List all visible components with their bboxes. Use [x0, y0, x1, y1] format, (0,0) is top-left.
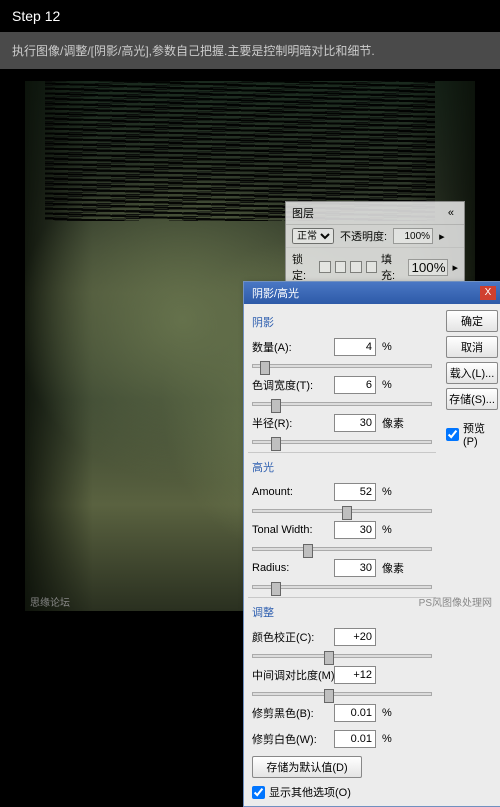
- preview-label: 预览(P): [463, 420, 498, 448]
- amount-h-unit: %: [382, 486, 408, 498]
- color-c-slider[interactable]: [252, 654, 432, 658]
- radius-h-input[interactable]: [334, 559, 376, 577]
- panel-collapse-icon[interactable]: «: [444, 207, 458, 219]
- step-title: Step 12: [0, 0, 500, 32]
- ok-button[interactable]: 确定: [446, 310, 498, 332]
- tonal-t-slider[interactable]: [252, 402, 432, 406]
- color-c-label: 颜色校正(C):: [252, 629, 328, 645]
- amount-h-slider[interactable]: [252, 509, 432, 513]
- dialog-title: 阴影/高光: [252, 285, 299, 301]
- amount-a-label: 数量(A):: [252, 339, 328, 355]
- highlights-group-label: 高光: [252, 459, 432, 475]
- cancel-button[interactable]: 取消: [446, 336, 498, 358]
- tonal-h-input[interactable]: [334, 521, 376, 539]
- dialog-titlebar[interactable]: 阴影/高光 X: [244, 282, 500, 304]
- close-icon[interactable]: X: [480, 286, 496, 300]
- save-defaults-button[interactable]: 存储为默认值(D): [252, 756, 362, 778]
- clip-w-label: 修剪白色(W):: [252, 731, 328, 747]
- lock-all-icon[interactable]: [366, 261, 377, 273]
- fill-input[interactable]: [408, 259, 448, 276]
- radius-h-unit: 像素: [382, 560, 408, 576]
- amount-h-label: Amount:: [252, 486, 328, 498]
- lock-transparent-icon[interactable]: [319, 261, 330, 273]
- amount-a-slider[interactable]: [252, 364, 432, 368]
- lock-label: 锁定:: [292, 251, 315, 283]
- radius-h-slider[interactable]: [252, 585, 432, 589]
- midtone-m-slider[interactable]: [252, 692, 432, 696]
- show-more-input[interactable]: [252, 786, 265, 799]
- shadows-group-label: 阴影: [252, 314, 432, 330]
- clip-w-unit: %: [382, 733, 408, 745]
- load-button[interactable]: 载入(L)...: [446, 362, 498, 384]
- amount-a-input[interactable]: [334, 338, 376, 356]
- shadow-highlight-dialog: 阴影/高光 X 阴影 数量(A): % 色调宽度(T): %: [243, 281, 500, 807]
- clip-b-label: 修剪黑色(B):: [252, 705, 328, 721]
- amount-a-unit: %: [382, 341, 408, 353]
- preview-input[interactable]: [446, 428, 459, 441]
- preview-checkbox[interactable]: 预览(P): [446, 420, 498, 448]
- watermark-right: PS风图像处理网: [419, 594, 492, 609]
- dropdown-icon[interactable]: ▸: [439, 230, 445, 243]
- tonal-h-unit: %: [382, 524, 408, 536]
- radius-r-input[interactable]: [334, 414, 376, 432]
- opacity-input[interactable]: [393, 228, 433, 244]
- lock-position-icon[interactable]: [350, 261, 361, 273]
- image-preview: 图层 « 正常 不透明度: ▸ 锁定: 填充: ▸ 曲线 5 (局部细节处理): [25, 81, 475, 611]
- midtone-m-label: 中间调对比度(M):: [252, 667, 328, 683]
- tonal-h-slider[interactable]: [252, 547, 432, 551]
- radius-r-label: 半径(R):: [252, 415, 328, 431]
- color-c-input[interactable]: [334, 628, 376, 646]
- radius-r-slider[interactable]: [252, 440, 432, 444]
- image-texture: [45, 81, 435, 221]
- show-more-checkbox[interactable]: 显示其他选项(O): [252, 784, 432, 800]
- midtone-m-input[interactable]: [334, 666, 376, 684]
- opacity-label: 不透明度:: [340, 228, 387, 244]
- amount-h-input[interactable]: [334, 483, 376, 501]
- watermark-left: 思缘论坛: [30, 594, 70, 609]
- layers-tab[interactable]: 图层: [292, 205, 314, 221]
- tonal-h-label: Tonal Width:: [252, 524, 328, 536]
- tonal-t-unit: %: [382, 379, 408, 391]
- show-more-label: 显示其他选项(O): [269, 784, 351, 800]
- tonal-t-input[interactable]: [334, 376, 376, 394]
- radius-r-unit: 像素: [382, 415, 408, 431]
- dropdown-icon[interactable]: ▸: [452, 261, 458, 274]
- lock-pixels-icon[interactable]: [335, 261, 346, 273]
- step-description: 执行图像/调整/[阴影/高光],参数自己把握.主要是控制明暗对比和细节.: [0, 32, 500, 69]
- clip-b-unit: %: [382, 707, 408, 719]
- divider: [248, 597, 436, 598]
- clip-b-input[interactable]: [334, 704, 376, 722]
- divider: [248, 452, 436, 453]
- tonal-t-label: 色调宽度(T):: [252, 377, 328, 393]
- radius-h-label: Radius:: [252, 562, 328, 574]
- save-button[interactable]: 存储(S)...: [446, 388, 498, 410]
- clip-w-input[interactable]: [334, 730, 376, 748]
- fill-label: 填充:: [381, 251, 404, 283]
- adjust-group-label: 调整: [252, 604, 432, 620]
- blend-mode-select[interactable]: 正常: [292, 228, 334, 244]
